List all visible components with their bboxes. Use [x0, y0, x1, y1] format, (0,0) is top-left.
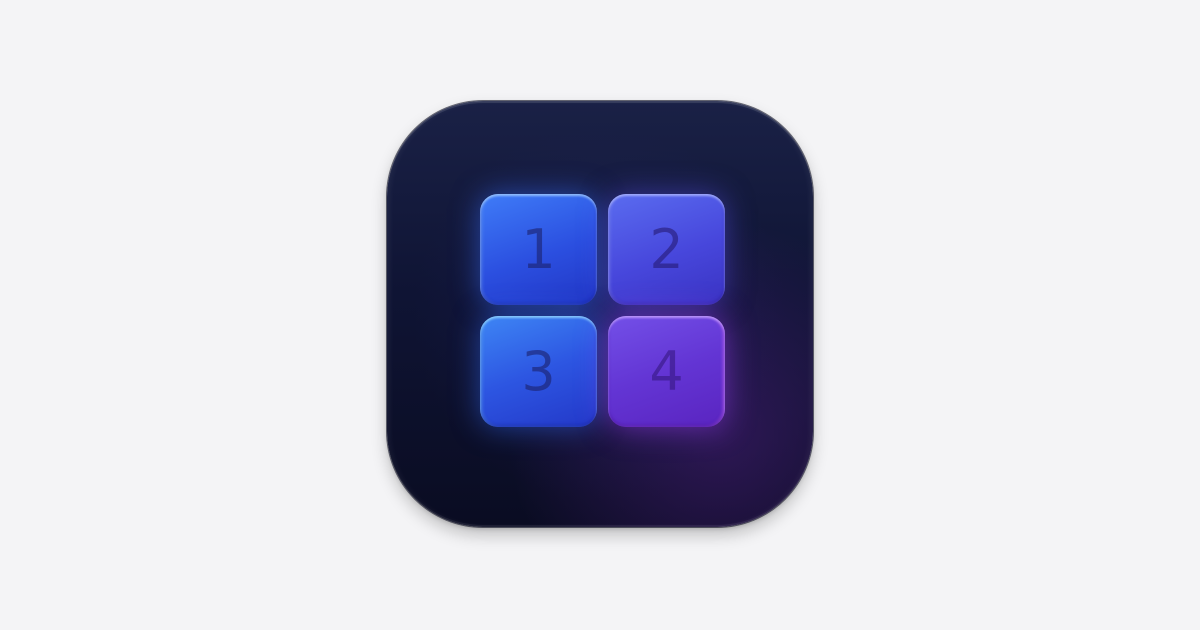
number-tile-grid: 1 2 3 4: [480, 194, 725, 427]
number-tile-label: 3: [521, 339, 556, 403]
number-tile-2: 2: [608, 194, 725, 305]
number-tile-1: 1: [480, 194, 597, 305]
app-icon[interactable]: 1 2 3 4: [387, 101, 813, 527]
number-tile-3: 3: [480, 316, 597, 427]
number-tile-label: 4: [649, 339, 684, 403]
number-tile-4: 4: [608, 316, 725, 427]
number-tile-label: 2: [649, 217, 684, 281]
number-tile-label: 1: [521, 217, 556, 281]
store-preview-canvas: 1 2 3 4: [0, 0, 1200, 630]
